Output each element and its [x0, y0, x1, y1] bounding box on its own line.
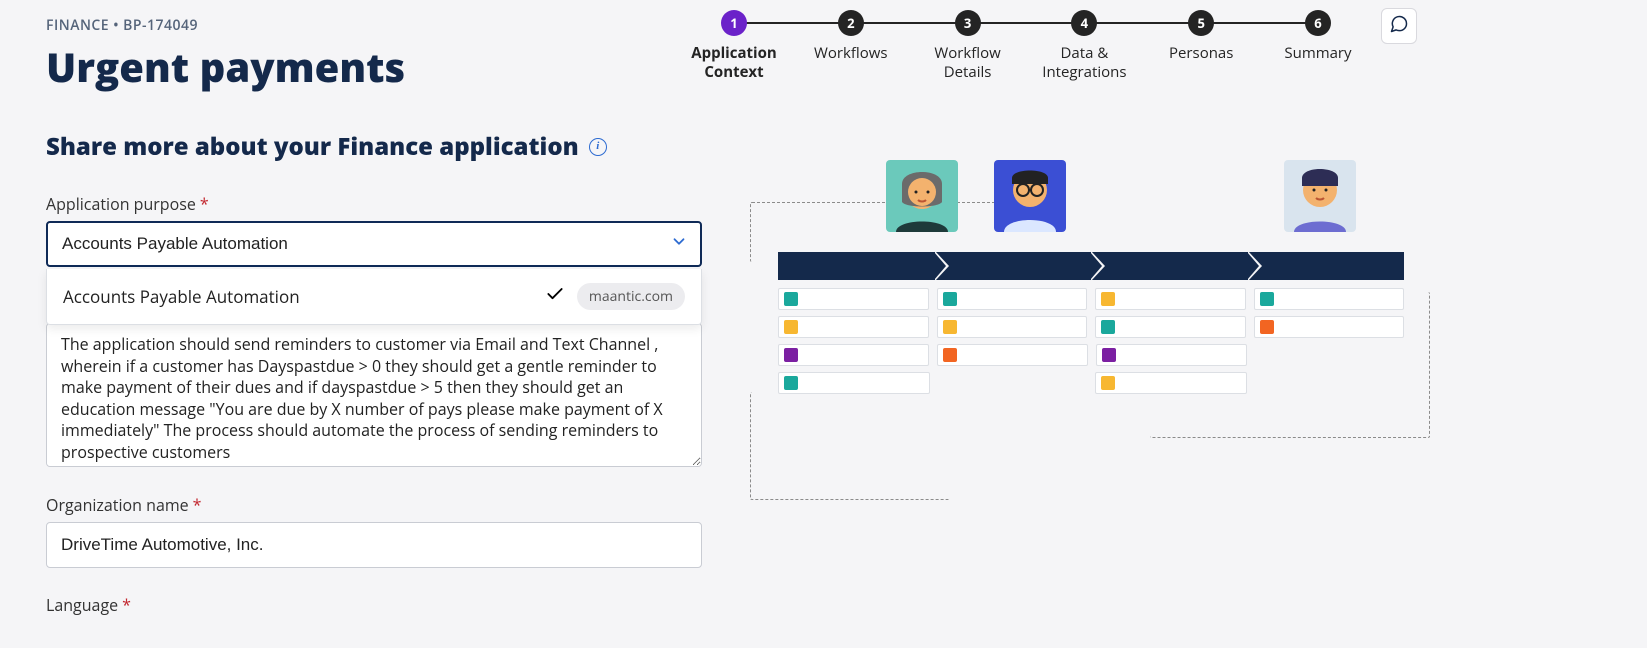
step-label: Workflow Details [910, 44, 1026, 82]
task-row [778, 316, 1404, 338]
chat-button[interactable] [1381, 8, 1417, 44]
task-row [778, 288, 1404, 310]
step-personas[interactable]: 5 Personas [1143, 10, 1259, 63]
language-label: Language* [46, 594, 706, 616]
avatar [994, 160, 1066, 232]
process-illustration [750, 160, 1430, 520]
step-workflow-details[interactable]: 3 Workflow Details [910, 10, 1026, 82]
avatar [886, 160, 958, 232]
required-mark: * [193, 494, 202, 516]
breadcrumb-id: BP-174049 [123, 16, 198, 35]
purpose-dropdown: Accounts Payable Automation maantic.com [46, 269, 702, 325]
task-row [778, 344, 1404, 366]
required-mark: * [200, 193, 209, 215]
step-number: 6 [1305, 10, 1331, 36]
step-number: 1 [721, 10, 747, 36]
purpose-label: Application purpose* [46, 193, 706, 215]
section-heading: Share more about your Finance applicatio… [46, 130, 706, 163]
org-label: Organization name* [46, 494, 706, 516]
step-application-context[interactable]: 1 Application Context [676, 10, 792, 82]
task-row [778, 372, 1404, 394]
page-title: Urgent payments [46, 39, 706, 94]
breadcrumb-category: FINANCE [46, 16, 109, 35]
breadcrumb: FINANCE • BP-174049 [46, 16, 706, 35]
application-purpose-input[interactable] [46, 221, 702, 267]
step-summary[interactable]: 6 Summary [1260, 10, 1376, 63]
purpose-option-label: Accounts Payable Automation [63, 285, 533, 308]
step-label: Application Context [676, 44, 792, 82]
step-label: Summary [1260, 44, 1376, 63]
source-badge: maantic.com [577, 283, 685, 310]
timeline-header [778, 252, 1404, 280]
step-number: 2 [838, 10, 864, 36]
step-label: Data & Integrations [1026, 44, 1142, 82]
avatar [1284, 160, 1356, 232]
chat-icon [1389, 14, 1409, 39]
step-label: Personas [1143, 44, 1259, 63]
application-description-textarea[interactable] [46, 323, 702, 467]
step-number: 4 [1071, 10, 1097, 36]
section-heading-text: Share more about your Finance applicatio… [46, 130, 579, 163]
breadcrumb-sep: • [113, 16, 119, 35]
organization-name-input[interactable] [46, 522, 702, 568]
step-label: Workflows [793, 44, 909, 63]
step-workflows[interactable]: 2 Workflows [793, 10, 909, 63]
required-mark: * [122, 594, 131, 616]
step-data-integrations[interactable]: 4 Data & Integrations [1026, 10, 1142, 82]
step-number: 3 [955, 10, 981, 36]
purpose-option[interactable]: Accounts Payable Automation maantic.com [47, 269, 701, 324]
check-icon [545, 284, 565, 309]
info-icon[interactable]: i [589, 138, 607, 156]
wizard-stepper: 1 Application Context 2 Workflows 3 Work… [676, 10, 1376, 82]
step-number: 5 [1188, 10, 1214, 36]
